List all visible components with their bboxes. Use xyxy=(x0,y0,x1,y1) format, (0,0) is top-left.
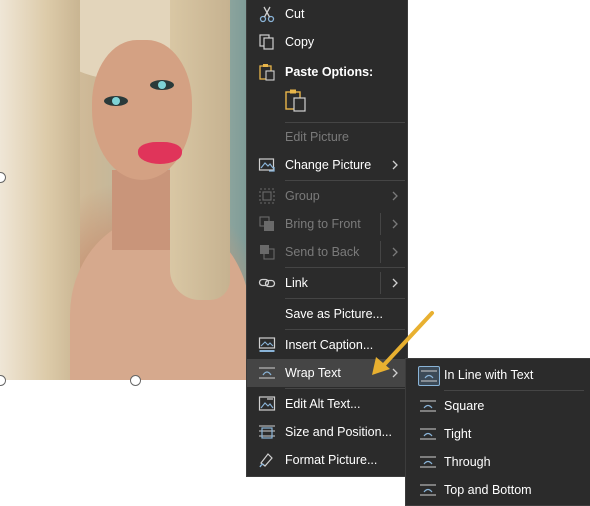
submenu-item-top-and-bottom[interactable]: Top and Bottom xyxy=(406,476,590,504)
change-picture-label: Change Picture xyxy=(285,158,372,172)
paste-keep-format-icon[interactable] xyxy=(283,88,309,114)
separator xyxy=(285,298,405,299)
split-divider xyxy=(380,272,381,294)
through-wrap-icon xyxy=(420,456,436,468)
chevron-right-icon xyxy=(392,160,398,170)
format-picture-label: Format Picture... xyxy=(285,453,378,467)
chevron-right-icon xyxy=(392,191,398,201)
menu-item-edit-picture[interactable]: Edit Picture xyxy=(247,123,407,151)
menu-item-change-picture[interactable]: Change Picture xyxy=(247,151,407,179)
menu-item-paste-options: Paste Options: xyxy=(247,58,407,86)
menu-item-link[interactable]: Link xyxy=(247,269,407,297)
paste-icon xyxy=(259,64,275,81)
context-menu: Cut Copy Paste Options: Edit Picture Cha… xyxy=(246,0,408,477)
menu-item-group[interactable]: Group xyxy=(247,182,407,210)
annotation-arrow-icon xyxy=(372,311,434,375)
split-divider xyxy=(380,241,381,263)
copy-label: Copy xyxy=(285,35,315,49)
size-and-position-label: Size and Position... xyxy=(285,425,393,439)
top-and-bottom-wrap-icon xyxy=(420,484,436,496)
separator xyxy=(285,180,405,181)
chevron-right-icon xyxy=(392,219,398,229)
bring-to-front-icon xyxy=(259,216,274,231)
chevron-right-icon xyxy=(392,278,398,288)
separator xyxy=(285,267,405,268)
tight-label: Tight xyxy=(444,427,472,441)
group-icon xyxy=(259,188,275,204)
edit-picture-label: Edit Picture xyxy=(285,130,349,144)
menu-item-size-and-position[interactable]: Size and Position... xyxy=(247,418,407,446)
group-label: Group xyxy=(285,189,320,203)
wrap-text-submenu: In Line with Text Square Tight Through T… xyxy=(405,358,590,506)
menu-item-bring-to-front[interactable]: Bring to Front xyxy=(247,210,407,238)
in-line-with-text-label: In Line with Text xyxy=(444,368,534,382)
tight-wrap-icon xyxy=(420,428,436,440)
submenu-item-square[interactable]: Square xyxy=(406,392,590,420)
change-picture-icon xyxy=(258,158,275,172)
picture-eye-left xyxy=(104,96,128,106)
picture-lips xyxy=(138,142,182,164)
resize-handle-bottom-left[interactable] xyxy=(0,375,6,386)
scissors-icon xyxy=(259,6,275,23)
format-picture-icon xyxy=(259,453,273,468)
menu-item-copy[interactable]: Copy xyxy=(247,28,407,56)
paste-options-label: Paste Options: xyxy=(285,65,374,79)
submenu-item-through[interactable]: Through xyxy=(406,448,590,476)
picture-eye-right xyxy=(150,80,174,90)
wrap-text-icon xyxy=(259,367,275,379)
resize-handle-bottom[interactable] xyxy=(130,375,141,386)
bring-to-front-label: Bring to Front xyxy=(285,217,361,231)
link-icon xyxy=(258,278,276,288)
chevron-right-icon xyxy=(392,247,398,257)
wrap-text-label: Wrap Text xyxy=(285,366,341,380)
alt-text-icon xyxy=(258,396,276,411)
menu-item-format-picture[interactable]: Format Picture... xyxy=(247,446,407,474)
menu-item-cut[interactable]: Cut xyxy=(247,0,407,28)
menu-item-edit-alt-text[interactable]: Edit Alt Text... xyxy=(247,390,407,418)
separator xyxy=(285,388,405,389)
send-to-back-label: Send to Back xyxy=(285,245,360,259)
submenu-item-tight[interactable]: Tight xyxy=(406,420,590,448)
copy-icon xyxy=(259,34,274,50)
top-and-bottom-label: Top and Bottom xyxy=(444,483,532,497)
split-divider xyxy=(380,213,381,235)
square-wrap-icon xyxy=(420,400,436,412)
menu-item-send-to-back[interactable]: Send to Back xyxy=(247,238,407,266)
cut-label: Cut xyxy=(285,7,305,21)
selected-picture[interactable] xyxy=(0,0,246,380)
insert-caption-icon xyxy=(258,337,276,352)
separator xyxy=(444,390,584,391)
through-label: Through xyxy=(444,455,491,469)
send-to-back-icon xyxy=(260,245,275,260)
link-label: Link xyxy=(285,276,308,290)
size-position-icon xyxy=(259,425,275,439)
picture-hair-left xyxy=(0,0,80,380)
square-label: Square xyxy=(444,399,485,413)
edit-alt-text-label: Edit Alt Text... xyxy=(285,397,361,411)
